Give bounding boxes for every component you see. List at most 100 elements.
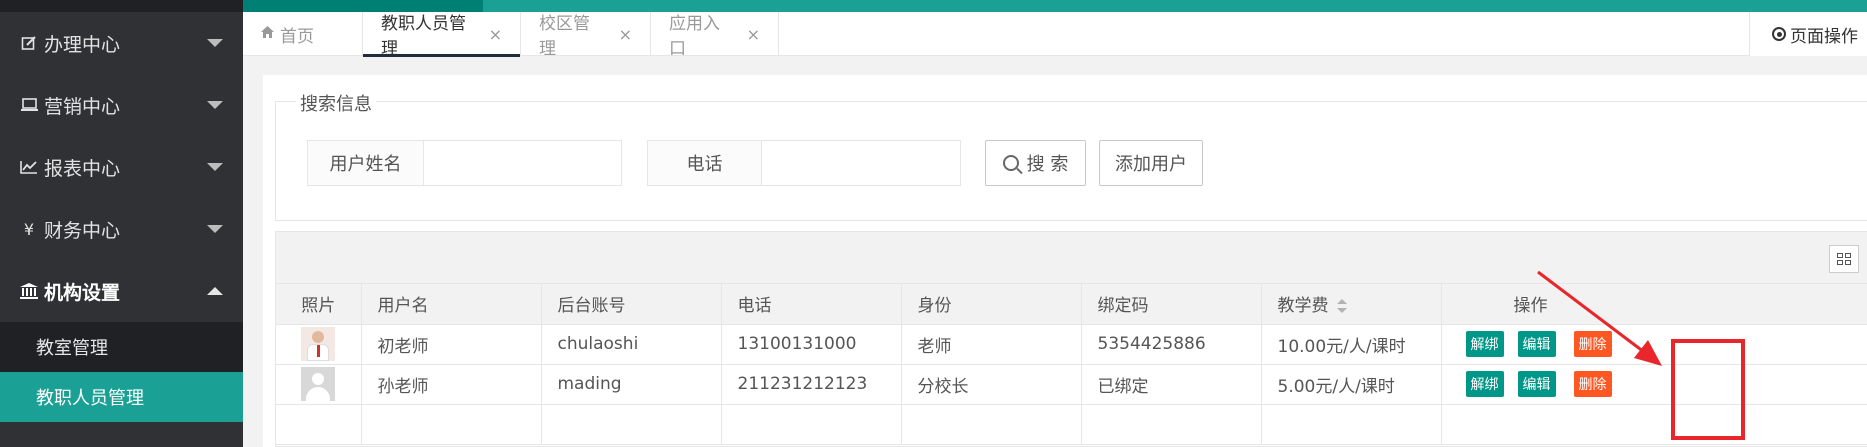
table-row: 孙老师 mading 211231212123 分校长 已绑定 5.00元/人/… (276, 364, 1867, 405)
role-cell: 分校长 (901, 364, 1082, 405)
sidebar-item-label: 财务中心 (44, 219, 121, 242)
bind-code-cell: 5354425886 (1081, 324, 1262, 365)
tab-bar: 首页 教职人员管理 × 校区管理 × 应用入口 × 页面操作 (243, 12, 1867, 59)
add-user-button[interactable]: 添加用户 (1099, 140, 1203, 186)
unbind-button[interactable]: 解绑 (1465, 371, 1504, 397)
username-cell: 孙老师 (361, 364, 542, 405)
sidebar-subitem-classroom-management[interactable]: 教室管理 (0, 322, 243, 372)
page-operations-label: 页面操作 (1790, 26, 1858, 47)
actions-cell: 解绑 编辑 删除 (1441, 364, 1867, 405)
name-input[interactable] (424, 141, 620, 185)
account-cell: chulaoshi (541, 324, 722, 365)
search-icon (1002, 155, 1019, 171)
delete-button[interactable]: 删除 (1573, 331, 1612, 357)
photo-cell (276, 404, 362, 445)
sidebar-item-label: 办理中心 (44, 33, 121, 56)
search-button[interactable]: 搜 索 (985, 140, 1086, 186)
main-area: 首页 教职人员管理 × 校区管理 × 应用入口 × 页面操作 搜索信息 用户姓名 (243, 0, 1867, 447)
teacher-photo (301, 327, 336, 361)
table-header-row: 照片 用户名 后台账号 电话 身份 绑定码 教学费 操作 (276, 284, 1867, 325)
bind-code-cell (1081, 404, 1262, 445)
tab-label: 校区管理 (539, 14, 590, 59)
column-header-account: 后台账号 (541, 284, 722, 325)
edit-button[interactable]: 编辑 (1517, 371, 1556, 397)
institution-icon (18, 283, 40, 299)
search-fieldset: 搜索信息 用户姓名 电话 搜 索 添加用户 (275, 90, 1867, 221)
search-legend: 搜索信息 (296, 90, 376, 116)
chevron-down-icon (207, 225, 223, 233)
column-filter-button[interactable] (1829, 245, 1859, 273)
close-icon[interactable]: × (747, 25, 760, 44)
sidebar-submenu: 教室管理 教职人员管理 (0, 322, 243, 422)
name-field-group: 用户姓名 (307, 140, 622, 186)
table-row (276, 404, 1867, 445)
column-header-fee[interactable]: 教学费 (1261, 284, 1442, 325)
laptop-icon (18, 98, 40, 112)
staff-table-panel: 照片 用户名 后台账号 电话 身份 绑定码 教学费 操作 初老师 chulaos… (275, 231, 1867, 447)
line-chart-icon (18, 160, 40, 174)
target-circle-icon (1772, 27, 1786, 41)
fee-cell: 5.00元/人/课时 (1261, 364, 1442, 405)
actions-header-label: 操作 (1513, 296, 1548, 317)
tab-campus-management[interactable]: 校区管理 × (521, 12, 651, 59)
actions-cell (1441, 404, 1867, 445)
content-panel: 搜索信息 用户姓名 电话 搜 索 添加用户 照片 用户名 后台账号 电话 身份 … (263, 75, 1867, 447)
tab-staff-management[interactable]: 教职人员管理 × (363, 12, 521, 59)
close-icon[interactable]: × (619, 25, 632, 44)
unbind-button[interactable]: 解绑 (1465, 331, 1504, 357)
phone-field-group: 电话 (647, 140, 961, 186)
tab-label: 首页 (280, 26, 314, 47)
add-user-button-label: 添加用户 (1115, 154, 1187, 175)
sidebar-item-finance-center[interactable]: ¥ 财务中心 (0, 198, 243, 260)
tab-app-entry[interactable]: 应用入口 × (651, 12, 779, 59)
phone-cell (721, 404, 902, 445)
sidebar-top-strip (0, 0, 243, 12)
yen-icon: ¥ (23, 219, 35, 239)
bind-code-cell: 已绑定 (1081, 364, 1262, 405)
phone-input[interactable] (762, 141, 958, 185)
column-header-username: 用户名 (361, 284, 542, 325)
photo-cell (276, 324, 362, 365)
header-bar (243, 0, 1867, 12)
chevron-down-icon (207, 39, 223, 47)
sidebar: 办理中心 营销中心 报表中心 ¥ 财务中心 机构设置 教室管理 教职人员管理 (0, 0, 243, 447)
sidebar-item-service-center[interactable]: 办理中心 (0, 12, 243, 74)
sidebar-item-marketing-center[interactable]: 营销中心 (0, 74, 243, 136)
account-cell: mading (541, 364, 722, 405)
edit-icon (18, 35, 40, 51)
sidebar-subitem-staff-management[interactable]: 教职人员管理 (0, 372, 243, 422)
sort-icon[interactable] (1336, 299, 1347, 314)
tab-home[interactable]: 首页 (243, 12, 363, 56)
annotation-highlight-box (1671, 339, 1745, 440)
edit-button[interactable]: 编辑 (1517, 331, 1556, 357)
table-row: 初老师 chulaoshi 13100131000 老师 5354425886 … (276, 324, 1867, 365)
sidebar-item-institution-settings[interactable]: 机构设置 (0, 260, 243, 322)
chevron-up-icon (207, 287, 223, 295)
sidebar-subitem-label: 教职人员管理 (36, 388, 144, 409)
username-cell (361, 404, 542, 445)
grid-columns-icon (1837, 253, 1851, 265)
sidebar-item-label: 报表中心 (44, 157, 121, 180)
column-header-phone: 电话 (721, 284, 902, 325)
sidebar-item-report-center[interactable]: 报表中心 (0, 136, 243, 198)
table-toolbar (276, 232, 1867, 284)
fee-header-label: 教学费 (1277, 296, 1329, 317)
page-operations-button[interactable]: 页面操作 (1749, 12, 1867, 56)
fee-cell (1261, 404, 1442, 445)
sidebar-item-label: 营销中心 (44, 95, 121, 118)
sidebar-item-label: 机构设置 (44, 281, 121, 304)
close-icon[interactable]: × (489, 25, 502, 44)
column-header-role: 身份 (901, 284, 1082, 325)
home-icon (261, 26, 274, 42)
role-cell (901, 404, 1082, 445)
column-header-actions: 操作 (1441, 284, 1867, 325)
tab-label: 应用入口 (669, 14, 720, 59)
sidebar-subitem-label: 教室管理 (36, 338, 108, 359)
staff-table: 照片 用户名 后台账号 电话 身份 绑定码 教学费 操作 初老师 chulaos… (276, 284, 1867, 445)
phone-field-label: 电话 (648, 141, 762, 185)
delete-button[interactable]: 删除 (1573, 371, 1612, 397)
column-header-bind-code: 绑定码 (1081, 284, 1262, 325)
account-cell (541, 404, 722, 445)
actions-cell: 解绑 编辑 删除 (1441, 324, 1867, 365)
fee-cell: 10.00元/人/课时 (1261, 324, 1442, 365)
